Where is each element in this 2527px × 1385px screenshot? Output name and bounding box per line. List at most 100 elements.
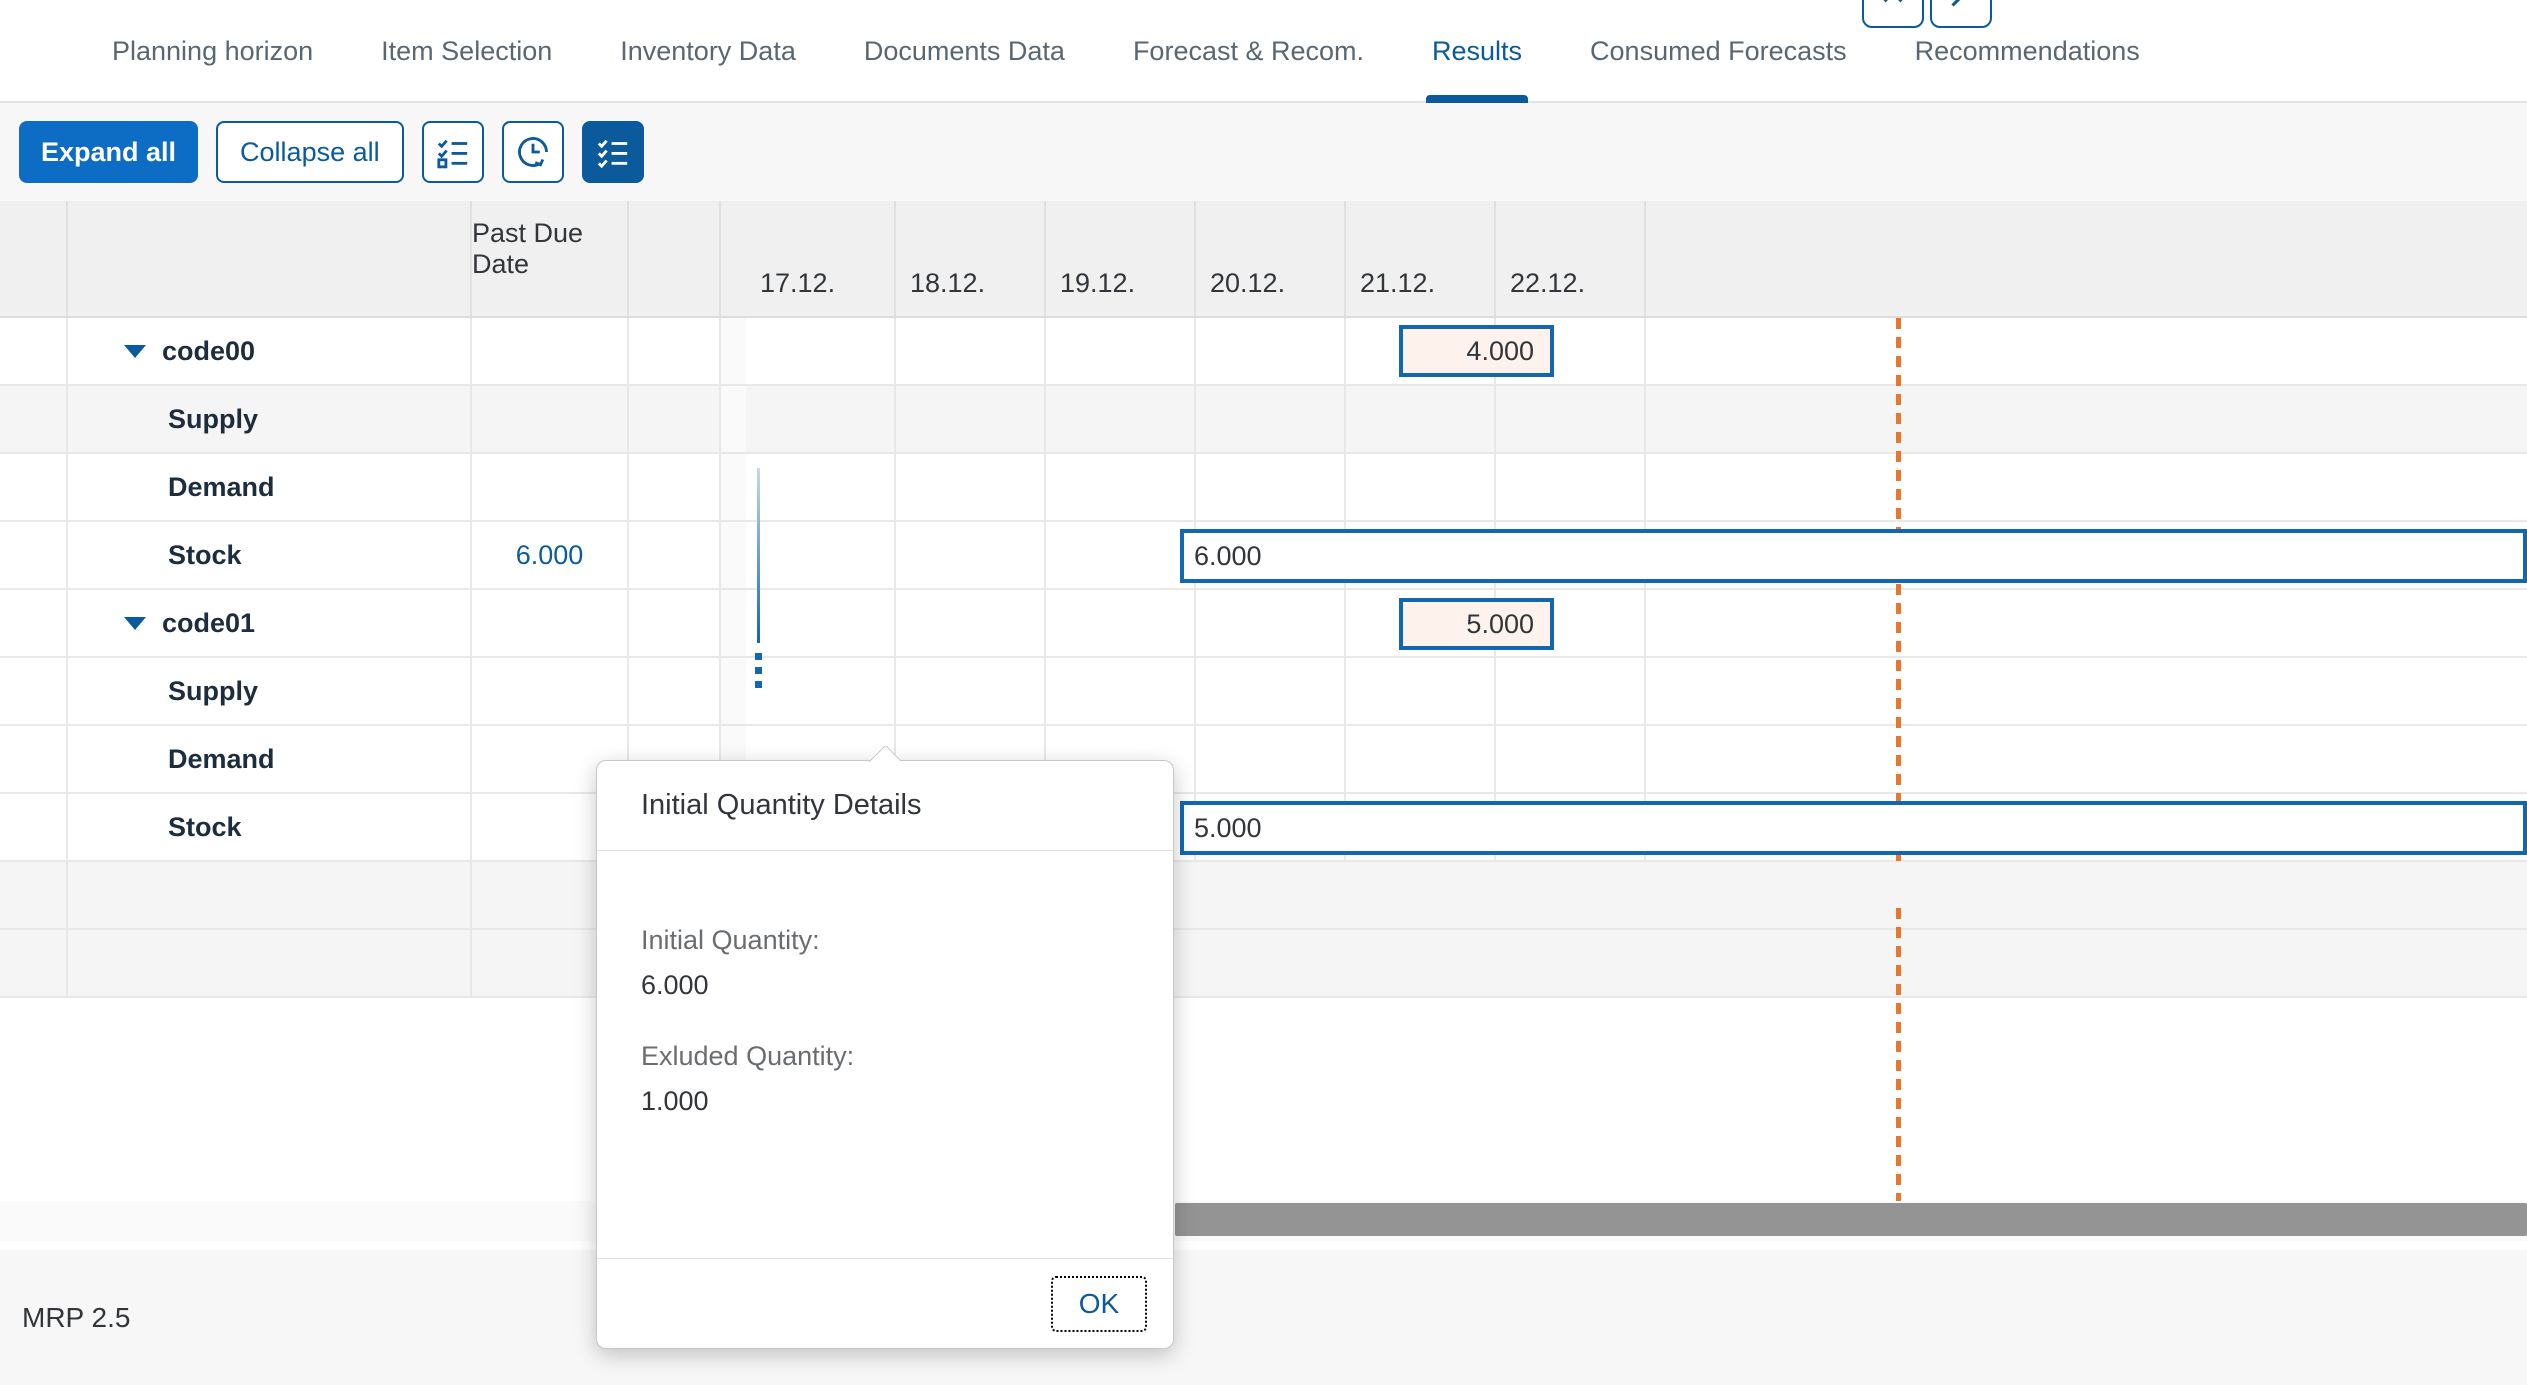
expand-diagonal-icon-button[interactable]	[1930, 0, 1992, 28]
row-date-cell[interactable]	[746, 658, 896, 724]
row-date-cell[interactable]	[1046, 522, 1196, 588]
tab-label: Consumed Forecasts	[1590, 36, 1847, 67]
row-date-cell[interactable]	[896, 454, 1046, 520]
row-date-cell[interactable]	[896, 658, 1046, 724]
table-row[interactable]: code00	[0, 318, 2527, 386]
expand-diagonal-icon	[1944, 0, 1978, 14]
row-date-cell[interactable]	[1196, 318, 1346, 384]
header-splitter	[721, 201, 746, 316]
header-past-due-date[interactable]: Past Due Date	[472, 201, 629, 316]
row-date-cell[interactable]	[1346, 386, 1496, 452]
grid-body: code00 Supply	[0, 318, 2527, 998]
row-date-cell[interactable]	[1196, 726, 1346, 792]
row-date-cell[interactable]	[1496, 658, 1646, 724]
row-label-cell[interactable]: Supply	[68, 658, 472, 724]
row-date-cell[interactable]	[1496, 386, 1646, 452]
tab-label: Recommendations	[1915, 36, 2140, 67]
row-splitter-cell	[721, 318, 746, 384]
stock-bar[interactable]: 5.000	[1180, 801, 2527, 855]
header-date-19-12[interactable]: 19.12.	[1046, 201, 1196, 316]
row-label-cell[interactable]: code00	[68, 318, 472, 384]
tab-label: Results	[1432, 36, 1522, 67]
row-gutter	[0, 794, 68, 860]
tab-results[interactable]: Results	[1398, 0, 1556, 103]
row-label-cell[interactable]: Demand	[68, 454, 472, 520]
row-splitter-cell	[721, 454, 746, 520]
stock-bar[interactable]: 6.000	[1180, 529, 2527, 583]
row-label-cell	[68, 862, 472, 928]
row-splitter-cell	[721, 386, 746, 452]
row-date-cell[interactable]	[1196, 386, 1346, 452]
header-blank	[629, 201, 721, 316]
row-date-cell[interactable]	[1046, 658, 1196, 724]
row-label-cell[interactable]: Stock	[68, 522, 472, 588]
initial-quantity-link[interactable]: 6.000	[516, 540, 584, 571]
row-date-cell[interactable]	[896, 522, 1046, 588]
row-label-cell[interactable]: Stock	[68, 794, 472, 860]
row-date-cell[interactable]	[746, 386, 896, 452]
row-date-cell[interactable]	[1046, 318, 1196, 384]
expand-all-button[interactable]: Expand all	[19, 121, 198, 183]
row-date-cell[interactable]	[746, 454, 896, 520]
row-past-due-cell	[472, 454, 629, 520]
row-label: Supply	[168, 676, 258, 707]
row-date-cell[interactable]	[1496, 454, 1646, 520]
row-date-cell[interactable]	[1196, 658, 1346, 724]
row-date-cell[interactable]	[896, 386, 1046, 452]
header-date-18-12[interactable]: 18.12.	[896, 201, 1046, 316]
table-row[interactable]: Demand	[0, 454, 2527, 522]
tab-item-selection[interactable]: Item Selection	[347, 0, 586, 103]
table-row[interactable]: Supply	[0, 386, 2527, 454]
initial-quantity-value: 6.000	[641, 970, 1173, 1001]
checklist-all-button[interactable]	[582, 121, 644, 183]
table-row[interactable]: code01	[0, 590, 2527, 658]
initial-quantity-details-popover: Initial Quantity Details Initial Quantit…	[596, 760, 1174, 1349]
collapse-all-button[interactable]: Collapse all	[216, 121, 404, 183]
quantity-cell[interactable]: 4.000	[1399, 325, 1554, 377]
row-date-cell[interactable]	[1046, 590, 1196, 656]
horizontal-scrollbar-thumb[interactable]	[1175, 1203, 2527, 1236]
row-date-cell[interactable]	[1496, 726, 1646, 792]
tab-planning-horizon[interactable]: Planning horizon	[78, 0, 347, 103]
tab-documents-data[interactable]: Documents Data	[830, 0, 1099, 103]
row-date-cell[interactable]	[746, 318, 896, 384]
row-date-cell[interactable]	[896, 318, 1046, 384]
row-gutter	[0, 930, 68, 996]
chevron-down-icon[interactable]	[124, 345, 146, 358]
tab-forecast-recom[interactable]: Forecast & Recom.	[1099, 0, 1398, 103]
ok-button[interactable]: OK	[1051, 1276, 1147, 1332]
row-date-cell[interactable]	[1046, 386, 1196, 452]
grid-header-row: Past Due Date 17.12. 18.12. 19.12. 20.12…	[0, 201, 2527, 318]
row-label-cell[interactable]: Supply	[68, 386, 472, 452]
row-date-cell[interactable]	[1346, 658, 1496, 724]
row-gutter	[0, 454, 68, 520]
chevron-down-icon[interactable]	[124, 617, 146, 630]
row-splitter-cell	[721, 590, 746, 656]
row-date-cell[interactable]	[896, 590, 1046, 656]
row-date-cell[interactable]	[1046, 454, 1196, 520]
row-date-cell[interactable]	[1196, 454, 1346, 520]
table-row[interactable]: Demand	[0, 726, 2527, 794]
row-date-cell[interactable]	[746, 590, 896, 656]
row-gutter	[0, 862, 68, 928]
tab-inventory-data[interactable]: Inventory Data	[586, 0, 830, 103]
header-date-21-12[interactable]: 21.12.	[1346, 201, 1496, 316]
quantity-cell[interactable]: 5.000	[1399, 598, 1554, 650]
tab-consumed-forecasts[interactable]: Consumed Forecasts	[1556, 0, 1881, 103]
row-date-cell[interactable]	[746, 522, 896, 588]
row-gutter	[0, 658, 68, 724]
row-date-cell[interactable]	[1346, 454, 1496, 520]
header-date-17-12[interactable]: 17.12.	[746, 201, 896, 316]
clock-history-button[interactable]	[502, 121, 564, 183]
table-row[interactable]: Supply	[0, 658, 2527, 726]
row-date-cell[interactable]	[1346, 726, 1496, 792]
header-date-20-12[interactable]: 20.12.	[1196, 201, 1346, 316]
row-date-cell[interactable]	[1196, 590, 1346, 656]
checklist-partial-button[interactable]	[422, 121, 484, 183]
row-past-due-cell	[472, 386, 629, 452]
row-label-cell[interactable]: Demand	[68, 726, 472, 792]
row-label-cell[interactable]: code01	[68, 590, 472, 656]
checklist-all-icon	[596, 135, 630, 169]
chevron-up-icon-button[interactable]	[1862, 0, 1924, 28]
header-date-22-12[interactable]: 22.12.	[1496, 201, 1646, 316]
